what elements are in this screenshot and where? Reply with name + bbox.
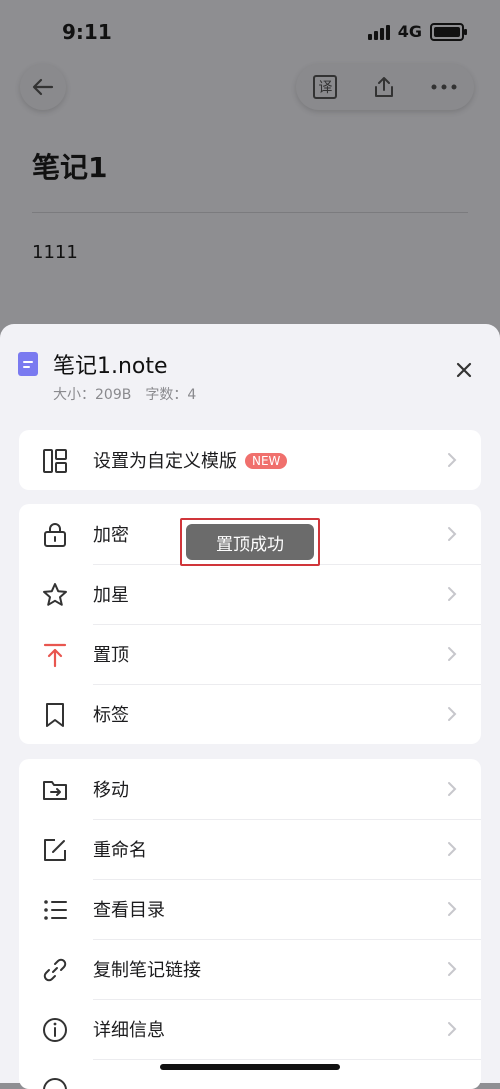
translate-icon: 译 [318, 80, 333, 96]
title-divider [32, 212, 468, 213]
menu-item-label: 重命名 [93, 840, 147, 861]
file-name: 笔记1.note [53, 354, 168, 379]
menu-item-label: 复制笔记链接 [93, 960, 201, 981]
menu-item-star[interactable]: 加星 [19, 564, 481, 624]
chevron-right-icon [448, 707, 457, 721]
battery-icon [430, 22, 467, 41]
chevron-right-icon [448, 842, 457, 856]
chevron-right-icon [448, 647, 457, 661]
network-type: 4G [397, 22, 422, 41]
menu-item-details[interactable]: 详细信息 [19, 999, 481, 1059]
menu-item-label: 查看目录 [93, 900, 165, 921]
info-icon [43, 1018, 67, 1042]
chevron-right-icon [448, 453, 457, 467]
chevron-right-icon [448, 962, 457, 976]
signal-icon [367, 24, 390, 40]
lock-icon [44, 523, 66, 547]
close-icon[interactable] [454, 360, 474, 380]
menu-item-label: 加密 [93, 525, 129, 546]
chevron-right-icon [448, 1022, 457, 1036]
back-arrow-icon [32, 78, 54, 96]
menu-item-label: 移动 [93, 780, 129, 801]
new-badge: NEW [245, 453, 288, 469]
pin-top-icon [43, 643, 67, 668]
list-icon [44, 900, 67, 920]
menu-item-rename[interactable]: 重命名 [19, 819, 481, 879]
top-toolbar: 译 [296, 64, 474, 110]
chevron-right-icon [448, 902, 457, 916]
menu-item-label: 加星 [93, 585, 129, 606]
share-icon[interactable] [372, 75, 396, 99]
menu-item-label: 置顶 [93, 645, 129, 666]
file-actions-card: 移动 重命名 查看目录 复制笔记链接 详细信息 [19, 759, 481, 1089]
menu-item-tag[interactable]: 标签 [19, 684, 481, 744]
menu-item-label: 设置为自定义模版 [93, 451, 237, 472]
more-icon[interactable] [431, 83, 457, 91]
chevron-right-icon [448, 587, 457, 601]
status-time: 9:11 [62, 20, 112, 44]
menu-item-pin[interactable]: 置顶 [19, 624, 481, 684]
menu-item-label: 标签 [93, 705, 129, 726]
menu-item-toc[interactable]: 查看目录 [19, 879, 481, 939]
menu-item-copy-link[interactable]: 复制笔记链接 [19, 939, 481, 999]
chevron-right-icon [448, 782, 457, 796]
back-button[interactable] [20, 64, 66, 110]
note-body[interactable]: 1111 [32, 242, 78, 263]
file-icon [18, 352, 38, 376]
template-card: 设置为自定义模版 NEW [19, 430, 481, 490]
menu-item-label: 详细信息 [93, 1020, 165, 1041]
star-icon [43, 583, 67, 606]
note-actions-sheet: 笔记1.note 大小：209B 字数：4 设置为自定义模版 NEW 加密 加星… [0, 324, 500, 1089]
rename-icon [44, 839, 66, 861]
toast-message: 置顶成功 [186, 524, 314, 560]
note-title[interactable]: 笔记1 [32, 146, 107, 186]
menu-item-move[interactable]: 移动 [19, 759, 481, 819]
bookmark-icon [46, 703, 64, 727]
menu-item-template[interactable]: 设置为自定义模版 NEW [19, 430, 481, 490]
toast-highlight: 置顶成功 [180, 518, 320, 566]
file-meta: 大小：209B 字数：4 [53, 387, 197, 403]
home-indicator [160, 1064, 340, 1070]
link-icon [43, 958, 67, 982]
template-icon [43, 449, 67, 473]
translate-button[interactable]: 译 [313, 75, 338, 99]
move-folder-icon [43, 781, 67, 800]
chevron-right-icon [448, 527, 457, 541]
status-bar: 9:11 4G [0, 0, 500, 64]
